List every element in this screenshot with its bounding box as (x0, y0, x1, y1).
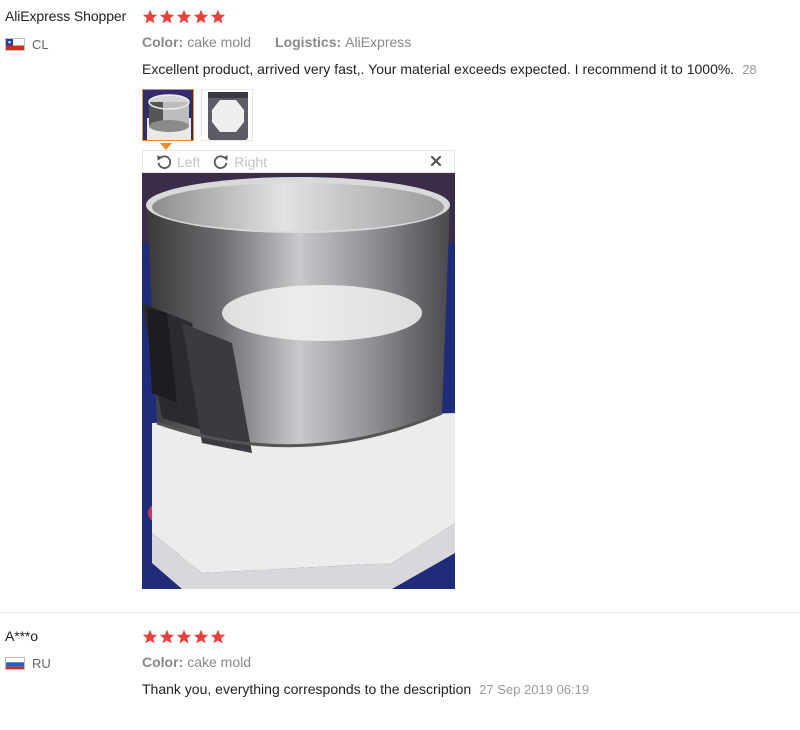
rating-stars (142, 9, 226, 25)
rotate-right-icon (214, 154, 229, 169)
rotate-left-button[interactable]: Left (155, 153, 200, 171)
active-thumbnail-pointer (160, 143, 172, 150)
color-label: Color: (142, 654, 184, 670)
review-date: 28 (742, 62, 757, 77)
star-icon (176, 629, 192, 644)
star-icon (159, 629, 175, 644)
reviewer-name: A***o (5, 628, 38, 644)
star-icon (142, 629, 158, 644)
logistics-value: AliExpress (345, 34, 412, 50)
russia-flag-icon (5, 657, 25, 670)
review-text: Thank you, everything corresponds to the… (142, 681, 589, 697)
review-body: Thank you, everything corresponds to the… (142, 681, 472, 697)
star-icon (193, 629, 209, 644)
star-icon (210, 9, 226, 24)
star-icon (210, 629, 226, 644)
chile-flag-icon (5, 38, 25, 51)
review-sku-info: Color: cake mold (142, 654, 251, 670)
rotate-right-button[interactable]: Right (212, 153, 267, 171)
color-value: cake mold (187, 34, 252, 50)
rotate-left-icon (157, 154, 172, 169)
star-icon (142, 9, 158, 24)
logistics-label: Logistics: (275, 34, 342, 50)
color-label: Color: (142, 34, 184, 50)
review-date: 27 Sep 2019 06:19 (479, 682, 590, 697)
review-item: AliExpress Shopper CL Color: cake mold Log… (0, 0, 800, 605)
rotate-left-label: Left (177, 153, 201, 170)
rating-stars (142, 629, 226, 645)
review-sku-info: Color: cake mold Logistics: AliExpress (142, 34, 411, 50)
reviewer-country: CL (5, 37, 49, 52)
color-value: cake mold (187, 654, 252, 670)
review-text: Excellent product, arrived very fast,. Y… (142, 61, 757, 77)
close-icon[interactable] (428, 153, 444, 169)
reviewer-name: AliExpress Shopper (5, 8, 127, 24)
rotate-right-label: Right (234, 153, 268, 170)
reviewer-country: RU (5, 656, 51, 671)
review-body: Excellent product, arrived very fast,. Y… (142, 61, 735, 77)
star-icon (176, 9, 192, 24)
review-thumbnail-1[interactable] (142, 89, 194, 141)
review-photo-enlarged (142, 173, 455, 589)
review-images (142, 89, 253, 141)
country-code: RU (32, 656, 51, 671)
country-code: CL (32, 37, 49, 52)
star-icon (159, 9, 175, 24)
review-item: A***o RU Color: cake mold Thank you, ever… (0, 612, 800, 730)
image-viewer-toolbar: Left Right (142, 150, 455, 173)
star-icon (193, 9, 209, 24)
review-thumbnail-2[interactable] (201, 89, 253, 141)
